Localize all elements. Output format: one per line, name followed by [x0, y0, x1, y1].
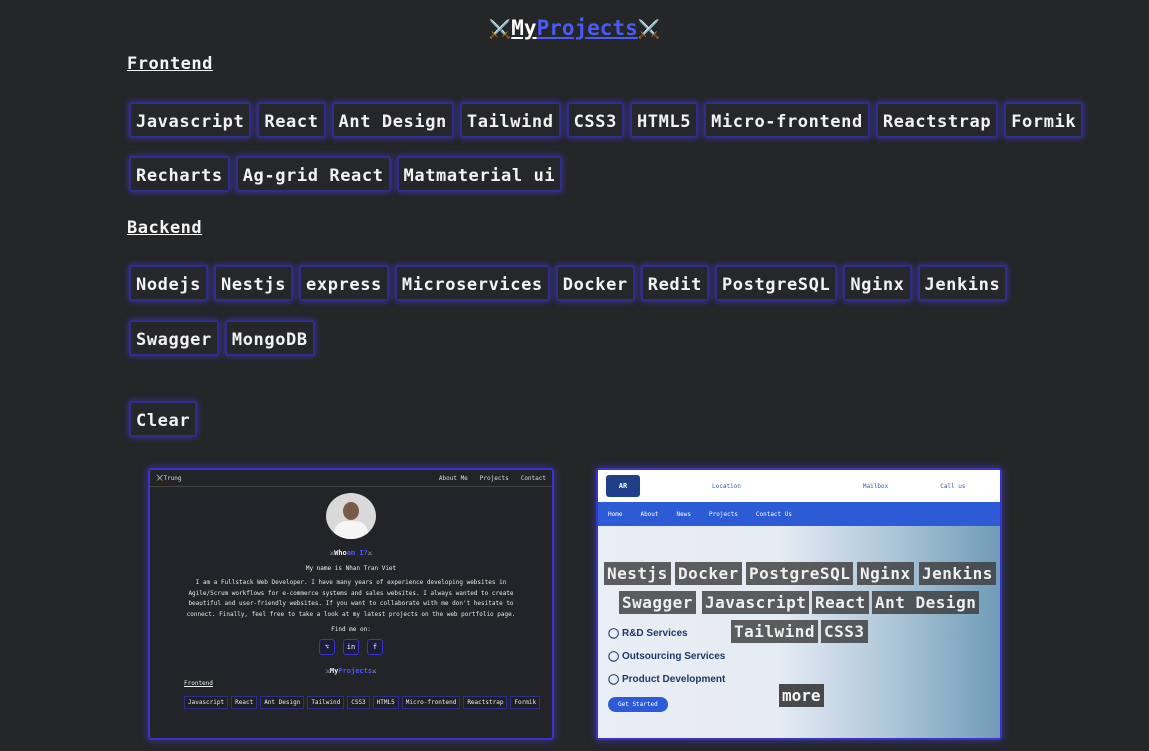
- filter-tag-button[interactable]: Micro-frontend: [704, 102, 870, 138]
- filter-tag-button[interactable]: Nestjs: [214, 265, 294, 301]
- overlay-tag: Javascript: [702, 591, 810, 614]
- linkedin-icon: in: [343, 639, 359, 655]
- filter-tag-button[interactable]: React: [257, 102, 326, 138]
- overlay-tag: Docker: [675, 562, 742, 585]
- filter-tag-button[interactable]: MongoDB: [224, 320, 315, 356]
- frontend-tags-row-1: Javascript React Ant Design Tailwind CSS3 HTM…: [129, 102, 1084, 138]
- clear-row: Clear: [129, 401, 198, 437]
- avatar: [326, 493, 376, 539]
- filter-tag-button[interactable]: Ant Design: [331, 102, 454, 138]
- preview-find-me: Find me on:: [331, 626, 371, 633]
- preview-tag: Tailwind: [307, 696, 345, 709]
- preview-projects-title: ⚔MyProjects⚔: [325, 667, 377, 675]
- overlay-tag: React: [812, 591, 869, 614]
- preview-tag: Javascript: [184, 696, 229, 709]
- backend-tags-row-2: Swagger MongoDB: [129, 320, 315, 356]
- filter-tag-button[interactable]: Matmaterial ui: [396, 156, 563, 192]
- filter-tag-button[interactable]: Swagger: [129, 320, 219, 356]
- project-card-portfolio[interactable]: ⚔️Trung About Me Projects Contact ⚔Whoam…: [148, 468, 554, 740]
- title-projects: Projects: [536, 16, 638, 40]
- title-my: My: [511, 16, 537, 40]
- overlay-tag: Swagger: [619, 591, 696, 614]
- more-button[interactable]: more: [779, 684, 824, 707]
- overlay-tag: Nginx: [857, 562, 914, 585]
- overlay-tag: Jenkins: [919, 562, 996, 585]
- filter-tag-button[interactable]: Redit: [640, 265, 709, 301]
- preview-socials: ⌥ in f: [150, 639, 552, 655]
- overlay-tag: PostgreSQL: [746, 562, 854, 585]
- overlay-tag: CSS3: [821, 620, 868, 643]
- backend-heading: Backend: [127, 218, 203, 238]
- filter-tag-button[interactable]: Ag-grid React: [235, 156, 391, 192]
- preview-navbar: ⚔️Trung About Me Projects Contact: [150, 470, 552, 487]
- backend-tags-row-1: Nodejs Nestjs express Microservices Docker Re…: [129, 265, 1008, 301]
- filter-tag-button[interactable]: express: [299, 265, 389, 301]
- project-card-company-site[interactable]: AR Location Mailbox Call us Home About N…: [596, 468, 1002, 740]
- overlay-tag: Tailwind: [731, 620, 819, 643]
- filter-tag-button[interactable]: Javascript: [129, 102, 252, 138]
- preview-tag: Reactstrap: [463, 696, 508, 709]
- preview-bio: I am a Fullstack Web Developer. I have m…: [186, 579, 516, 618]
- preview-nav-about: About Me: [438, 474, 468, 482]
- preview-tag: Ant Design: [260, 696, 305, 709]
- preview-frontend-heading: Frontend: [184, 680, 213, 687]
- filter-tag-button[interactable]: Formik: [1004, 102, 1084, 138]
- overlay-tag: Nestjs: [604, 562, 671, 585]
- swords-icon: ⚔️: [637, 19, 661, 40]
- filter-tag-button[interactable]: CSS3: [566, 102, 624, 138]
- preview-tag: HTML5: [372, 696, 399, 709]
- filter-tag-button[interactable]: Nginx: [843, 265, 912, 301]
- preview-who-title: ⚔Whoam I?⚔: [329, 549, 373, 557]
- tech-overlay: more Nestjs Docker PostgreSQL Nginx Jenkins S…: [598, 470, 1000, 738]
- filter-tag-button[interactable]: Reactstrap: [875, 102, 999, 138]
- filter-tag-button[interactable]: Nodejs: [129, 265, 209, 301]
- filter-tag-button[interactable]: HTML5: [629, 102, 699, 138]
- preview-nav-projects: Projects: [479, 474, 509, 482]
- preview-tags: Javascript React Ant Design Tailwind CSS3 HTM…: [184, 696, 552, 709]
- filter-tag-button[interactable]: Microservices: [394, 265, 550, 301]
- preview-name: My name is Nhan Tran Viet: [305, 565, 397, 572]
- frontend-heading: Frontend: [127, 54, 213, 74]
- preview-nav-contact: Contact: [520, 474, 546, 482]
- filter-tag-button[interactable]: Tailwind: [459, 102, 561, 138]
- preview-brand: ⚔️Trung: [156, 474, 182, 482]
- filter-tag-button[interactable]: Docker: [555, 265, 635, 301]
- filter-tag-button[interactable]: Jenkins: [917, 265, 1008, 301]
- facebook-icon: f: [367, 639, 383, 655]
- clear-button[interactable]: Clear: [129, 401, 198, 437]
- github-icon: ⌥: [319, 639, 335, 655]
- swords-icon: ⚔️: [488, 19, 512, 40]
- filter-tag-button[interactable]: Recharts: [129, 156, 230, 192]
- filter-tag-button[interactable]: PostgreSQL: [714, 265, 838, 301]
- page-title: ⚔️MyProjects⚔️: [0, 13, 1149, 45]
- frontend-tags-row-2: Recharts Ag-grid React Matmaterial ui: [129, 156, 563, 192]
- overlay-tag: Ant Design: [872, 591, 980, 614]
- preview-tag: Micro-frontend: [401, 696, 461, 709]
- preview-tag: Formik: [510, 696, 541, 709]
- preview-tag: React: [231, 696, 258, 709]
- preview-tag: CSS3: [347, 696, 370, 709]
